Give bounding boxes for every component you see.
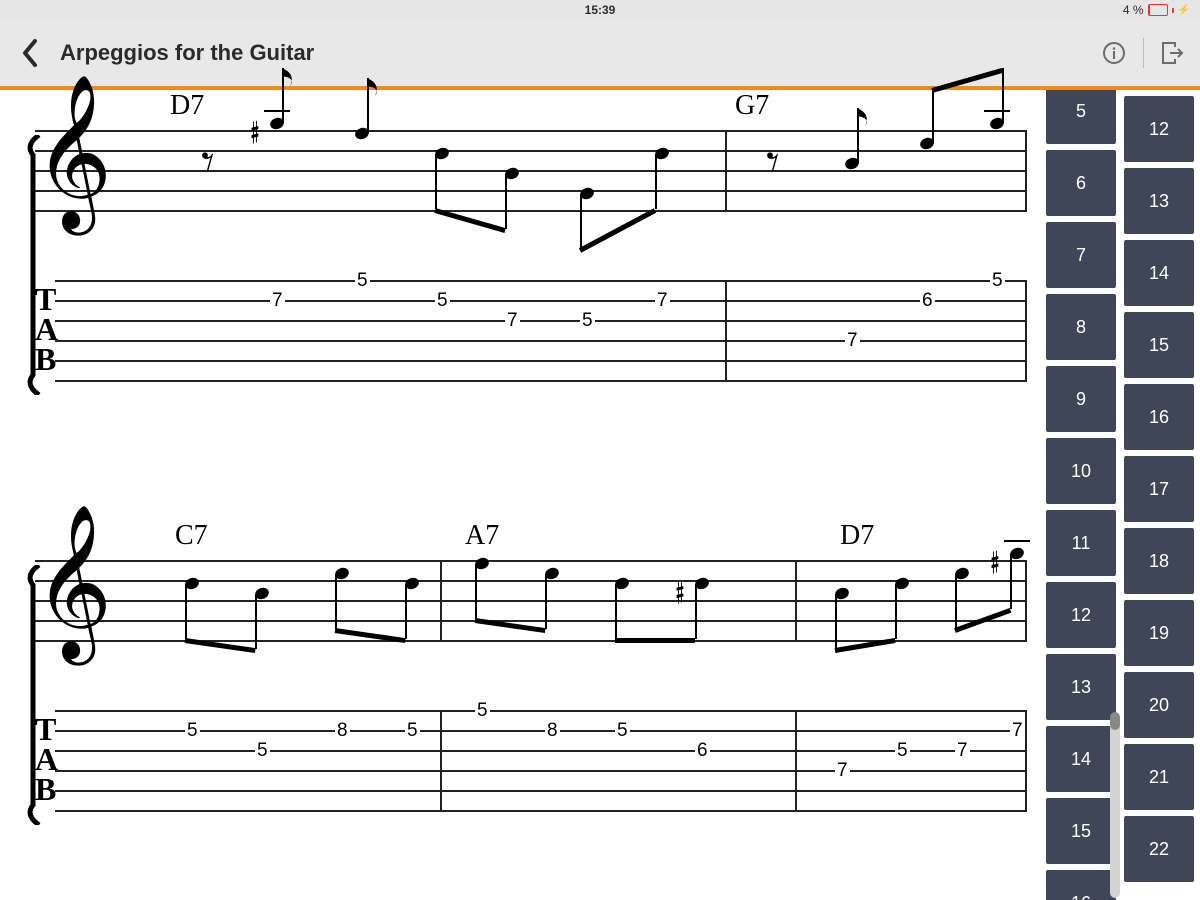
tab-fret: 5 xyxy=(435,291,450,310)
fret-cell[interactable]: 16 xyxy=(1046,870,1116,900)
tab-fret: 5 xyxy=(255,741,270,760)
tab-fret: 7 xyxy=(1010,721,1025,740)
fret-cell[interactable]: 14 xyxy=(1124,240,1194,306)
scrollbar[interactable] xyxy=(1110,718,1120,898)
tab-fret: 5 xyxy=(895,741,910,760)
tab-fret: 5 xyxy=(355,271,370,290)
fret-cell[interactable]: 9 xyxy=(1046,366,1116,432)
exit-button[interactable] xyxy=(1158,38,1188,68)
fret-cell[interactable]: 6 xyxy=(1046,150,1116,216)
fret-cell[interactable]: 14 xyxy=(1046,726,1116,792)
chord-symbol: G7 xyxy=(735,90,769,122)
fret-cell[interactable]: 13 xyxy=(1046,654,1116,720)
fret-cell[interactable]: 11 xyxy=(1046,510,1116,576)
note xyxy=(615,578,629,589)
tab-fret: 6 xyxy=(920,291,935,310)
note xyxy=(475,558,489,569)
fret-cell[interactable]: 15 xyxy=(1046,798,1116,864)
tab-fret: 7 xyxy=(655,291,670,310)
title-bar: Arpeggios for the Guitar xyxy=(0,20,1200,86)
tab-fret: 7 xyxy=(270,291,285,310)
note xyxy=(835,588,849,599)
note xyxy=(505,168,519,179)
battery-icon xyxy=(1148,4,1168,16)
chord-symbol: A7 xyxy=(465,520,499,552)
fret-cell[interactable]: 12 xyxy=(1046,582,1116,648)
eighth-rest: 𝄾 xyxy=(200,142,215,184)
tab-fret: 7 xyxy=(835,761,850,780)
fret-cell[interactable]: 7 xyxy=(1046,222,1116,288)
tab-fret: 5 xyxy=(615,721,630,740)
note xyxy=(845,158,859,169)
note xyxy=(695,578,709,589)
tab-fret: 5 xyxy=(405,721,420,740)
tab-fret: 5 xyxy=(990,271,1005,290)
note xyxy=(270,118,284,129)
fret-navigator: 5678910111213141516 12131415161718192021… xyxy=(1040,90,1200,900)
eighth-rest: 𝄾 xyxy=(765,142,780,184)
score-sheet[interactable]: 𝄞D7𝄾♯G7𝄾TAB755757765𝄞C7A7♯D7♯TAB55855856… xyxy=(0,90,1036,900)
note xyxy=(990,118,1004,129)
note xyxy=(1010,548,1024,559)
fret-cell[interactable]: 20 xyxy=(1124,672,1194,738)
tab-fret: 8 xyxy=(335,721,350,740)
info-button[interactable] xyxy=(1099,38,1129,68)
scrollbar-thumb[interactable] xyxy=(1110,712,1120,730)
tab-fret: 5 xyxy=(580,311,595,330)
fret-cell[interactable]: 16 xyxy=(1124,384,1194,450)
clock: 15:39 xyxy=(585,3,616,17)
tab-fret: 8 xyxy=(545,721,560,740)
note xyxy=(405,578,419,589)
note xyxy=(335,568,349,579)
fret-cell[interactable]: 19 xyxy=(1124,600,1194,666)
fret-cell[interactable]: 22 xyxy=(1124,816,1194,882)
note xyxy=(895,578,909,589)
tab-fret: 7 xyxy=(955,741,970,760)
fret-cell[interactable]: 13 xyxy=(1124,168,1194,234)
fret-cell[interactable]: 8 xyxy=(1046,294,1116,360)
note xyxy=(545,568,559,579)
note xyxy=(435,148,449,159)
note xyxy=(255,588,269,599)
fret-cell[interactable]: 10 xyxy=(1046,438,1116,504)
note xyxy=(355,128,369,139)
page-title: Arpeggios for the Guitar xyxy=(60,40,314,66)
chord-symbol: C7 xyxy=(175,520,208,552)
tab-fret: 5 xyxy=(185,721,200,740)
fret-cell[interactable]: 5 xyxy=(1046,90,1116,144)
note xyxy=(920,138,934,149)
note xyxy=(955,568,969,579)
battery-indicator: 4 % ⚡ xyxy=(1123,3,1190,17)
chord-symbol: D7 xyxy=(840,520,874,552)
note xyxy=(185,578,199,589)
fret-cell[interactable]: 21 xyxy=(1124,744,1194,810)
back-button[interactable] xyxy=(10,33,50,73)
fret-cell[interactable]: 17 xyxy=(1124,456,1194,522)
tab-fret: 5 xyxy=(475,701,490,720)
tab-fret: 6 xyxy=(695,741,710,760)
note xyxy=(580,188,594,199)
fret-cell[interactable]: 12 xyxy=(1124,96,1194,162)
ios-status-bar: 15:39 4 % ⚡ xyxy=(0,0,1200,20)
tab-fret: 7 xyxy=(505,311,520,330)
chord-symbol: D7 xyxy=(170,90,204,122)
fret-cell[interactable]: 18 xyxy=(1124,528,1194,594)
tab-fret: 7 xyxy=(845,331,860,350)
fret-cell[interactable]: 15 xyxy=(1124,312,1194,378)
note xyxy=(655,148,669,159)
